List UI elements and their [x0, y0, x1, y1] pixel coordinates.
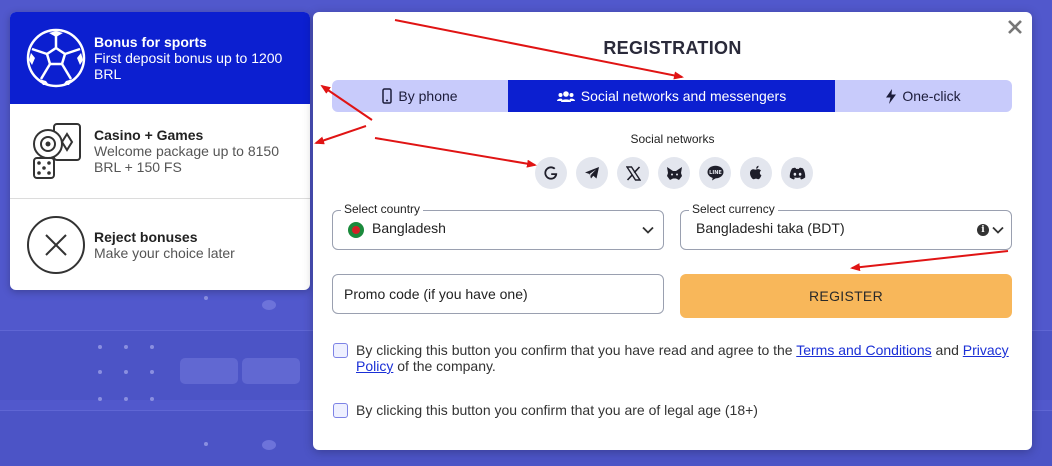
background-odds-pill	[180, 358, 238, 384]
terms-checkbox[interactable]	[333, 343, 348, 358]
bonus-panel: Bonus for sports First deposit bonus up …	[10, 12, 310, 290]
apple-icon	[750, 165, 762, 180]
bonus-title: Bonus for sports	[94, 34, 207, 50]
chevron-down-icon	[992, 226, 1004, 234]
phone-icon	[382, 88, 393, 104]
terms-link[interactable]: Terms and Conditions	[796, 342, 931, 358]
terms-consent-row: By clicking this button you confirm that…	[333, 342, 1013, 374]
promo-code-input[interactable]: Promo code (if you have one)	[332, 274, 664, 314]
background-dot	[98, 397, 102, 401]
bangladesh-flag-icon	[348, 222, 364, 238]
social-metamask-button[interactable]	[658, 157, 690, 189]
close-icon	[1008, 20, 1022, 34]
age-consent-row: By clicking this button you confirm that…	[333, 402, 758, 418]
social-discord-button[interactable]	[781, 157, 813, 189]
discord-icon	[789, 167, 805, 179]
age-text: By clicking this button you confirm that…	[356, 402, 758, 418]
registration-tabs: By phone Social networks and messengers …	[332, 80, 1012, 112]
bonus-title: Reject bonuses	[94, 228, 198, 245]
google-icon	[544, 166, 558, 180]
bonus-option-reject[interactable]: Reject bonuses Make your choice later	[10, 198, 310, 290]
casino-cards-dice-icon	[24, 119, 88, 183]
currency-select[interactable]: Select currency Bangladeshi taka (BDT) i	[680, 202, 1012, 250]
terms-and: and	[935, 342, 959, 358]
country-value: Bangladesh	[372, 220, 446, 236]
register-button[interactable]: REGISTER	[680, 274, 1012, 318]
lightning-icon	[886, 88, 897, 104]
social-x-button[interactable]	[617, 157, 649, 189]
telegram-icon	[585, 167, 599, 179]
soccer-ball-icon	[24, 26, 88, 90]
bonus-description: Welcome package up to 8150 BRL + 150 FS	[94, 143, 279, 175]
social-apple-button[interactable]	[740, 157, 772, 189]
tab-label: By phone	[398, 88, 458, 104]
country-label: Select country	[341, 202, 424, 216]
background-dot	[124, 370, 128, 374]
age-checkbox[interactable]	[333, 403, 348, 418]
tab-by-phone[interactable]: By phone	[332, 80, 508, 112]
privacy-link[interactable]: Privacy	[963, 342, 1009, 358]
social-networks-label: Social networks	[630, 132, 715, 146]
modal-title: REGISTRATION	[603, 38, 742, 58]
social-telegram-button[interactable]	[576, 157, 608, 189]
tab-one-click[interactable]: One-click	[835, 80, 1012, 112]
background-dot	[124, 397, 128, 401]
chevron-down-icon	[642, 226, 654, 234]
bonus-title: Casino + Games	[94, 127, 204, 143]
background-dot	[150, 370, 154, 374]
currency-value: Bangladeshi taka (BDT)	[696, 220, 845, 236]
tab-social-networks[interactable]: Social networks and messengers	[508, 80, 835, 112]
terms-prefix: By clicking this button you confirm that…	[356, 342, 793, 358]
terms-suffix: of the company.	[397, 358, 496, 374]
tab-label: One-click	[902, 88, 961, 104]
bonus-description: Make your choice later	[94, 244, 235, 261]
close-button[interactable]	[1004, 16, 1026, 38]
users-icon	[556, 90, 575, 102]
svg-text:LINE: LINE	[709, 170, 722, 176]
background-dot	[124, 345, 128, 349]
background-dot	[204, 296, 208, 300]
bonus-option-casino[interactable]: Casino + Games Welcome package up to 815…	[10, 104, 310, 198]
promo-code-placeholder: Promo code (if you have one)	[344, 286, 528, 302]
privacy-link-continued[interactable]: Policy	[356, 358, 393, 374]
background-dot	[204, 442, 208, 446]
bonus-description: First deposit bonus up to 1200 BRL	[94, 50, 283, 82]
background-dot	[150, 397, 154, 401]
metamask-icon	[666, 166, 682, 180]
close-circle-icon	[24, 213, 88, 277]
bonus-option-sports[interactable]: Bonus for sports First deposit bonus up …	[10, 12, 310, 104]
registration-modal: REGISTRATION By phone Social networks an…	[313, 12, 1032, 450]
terms-text: By clicking this button you confirm that…	[356, 342, 1009, 374]
currency-label: Select currency	[689, 202, 778, 216]
social-buttons: LINE	[535, 157, 813, 189]
country-select[interactable]: Select country Bangladesh	[332, 202, 664, 250]
background-dot	[98, 370, 102, 374]
background-marker	[262, 440, 276, 450]
background-dot	[150, 345, 154, 349]
x-icon	[625, 165, 641, 181]
background-odds-pill	[242, 358, 300, 384]
background-dot	[98, 345, 102, 349]
line-icon: LINE	[707, 165, 723, 181]
tab-label: Social networks and messengers	[580, 88, 787, 104]
social-google-button[interactable]	[535, 157, 567, 189]
info-icon[interactable]: i	[977, 224, 989, 236]
background-marker	[262, 300, 276, 310]
social-line-button[interactable]: LINE	[699, 157, 731, 189]
